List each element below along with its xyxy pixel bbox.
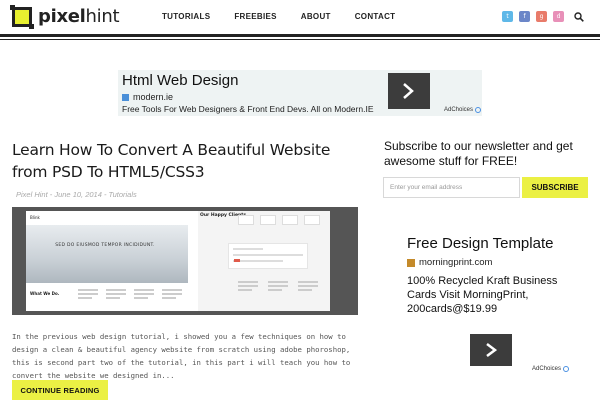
top-ad-site[interactable]: modern.ie	[133, 92, 173, 102]
main-nav: TUTORIALS FREEBIES ABOUT CONTACT	[162, 12, 419, 21]
modern-ie-favicon-icon	[122, 93, 129, 101]
morningprint-favicon-icon	[407, 258, 415, 267]
post-meta: Pixel Hint - June 10, 2014 - Tutorials	[16, 190, 137, 199]
nav-about[interactable]: ABOUT	[301, 12, 331, 21]
adchoices-icon	[563, 366, 570, 372]
chevron-right-icon	[486, 343, 497, 357]
site-header: pixelhint TUTORIALS FREEBIES ABOUT CONTA…	[0, 0, 600, 34]
sidebar-ad-site[interactable]: morningprint.com	[419, 257, 492, 268]
newsletter-text: Subscribe to our newsletter and get awes…	[384, 139, 573, 168]
thumbnail-hero: SED DO EIUSMOD TEMPOR INCIDIDUNT.	[26, 225, 188, 283]
search-icon[interactable]	[574, 11, 584, 22]
post-thumbnail[interactable]: SED DO EIUSMOD TEMPOR INCIDIDUNT. Blink …	[12, 207, 358, 315]
top-ad-description: Free Tools For Web Designers & Front End…	[122, 104, 374, 114]
top-adchoices[interactable]: AdChoices	[444, 107, 482, 113]
nav-tutorials[interactable]: TUTORIALS	[162, 12, 210, 21]
logo-text-bold: pixel	[38, 6, 86, 27]
logo-icon	[10, 5, 34, 29]
nav-contact[interactable]: CONTACT	[355, 12, 396, 21]
logo-text-light: hint	[85, 6, 120, 27]
top-ad-title[interactable]: Html Web Design	[122, 72, 238, 89]
chevron-right-icon	[403, 83, 414, 99]
email-field[interactable]	[383, 177, 520, 198]
social-links: t f g d	[502, 11, 584, 22]
top-ad-arrow-button[interactable]	[388, 73, 430, 109]
continue-reading-button[interactable]: CONTINUE READING	[12, 380, 108, 400]
post-title[interactable]: Learn How To Convert A Beautiful Website…	[12, 139, 342, 183]
twitter-icon[interactable]: t	[502, 11, 513, 22]
sidebar-ad[interactable]: Free Design Template morningprint.com 10…	[384, 216, 588, 384]
nav-freebies[interactable]: FREEBIES	[234, 12, 276, 21]
sidebar-ad-arrow-button[interactable]	[470, 334, 512, 366]
header-rule-thick	[0, 34, 600, 37]
facebook-icon[interactable]: f	[519, 11, 530, 22]
google-plus-icon[interactable]: g	[536, 11, 547, 22]
adchoices-icon	[475, 107, 482, 113]
dribbble-icon[interactable]: d	[553, 11, 564, 22]
sidebar-ad-description: 100% Recycled Kraft Business Cards Visit…	[407, 275, 558, 315]
subscribe-button[interactable]: SUBSCRIBE	[522, 177, 588, 198]
post-excerpt: In the previous web design tutorial, i s…	[12, 332, 351, 380]
sidebar-adchoices[interactable]: AdChoices	[532, 366, 570, 372]
site-logo[interactable]: pixelhint	[10, 5, 120, 29]
sidebar-ad-title[interactable]: Free Design Template	[407, 235, 553, 252]
header-rule-thin	[0, 39, 600, 40]
